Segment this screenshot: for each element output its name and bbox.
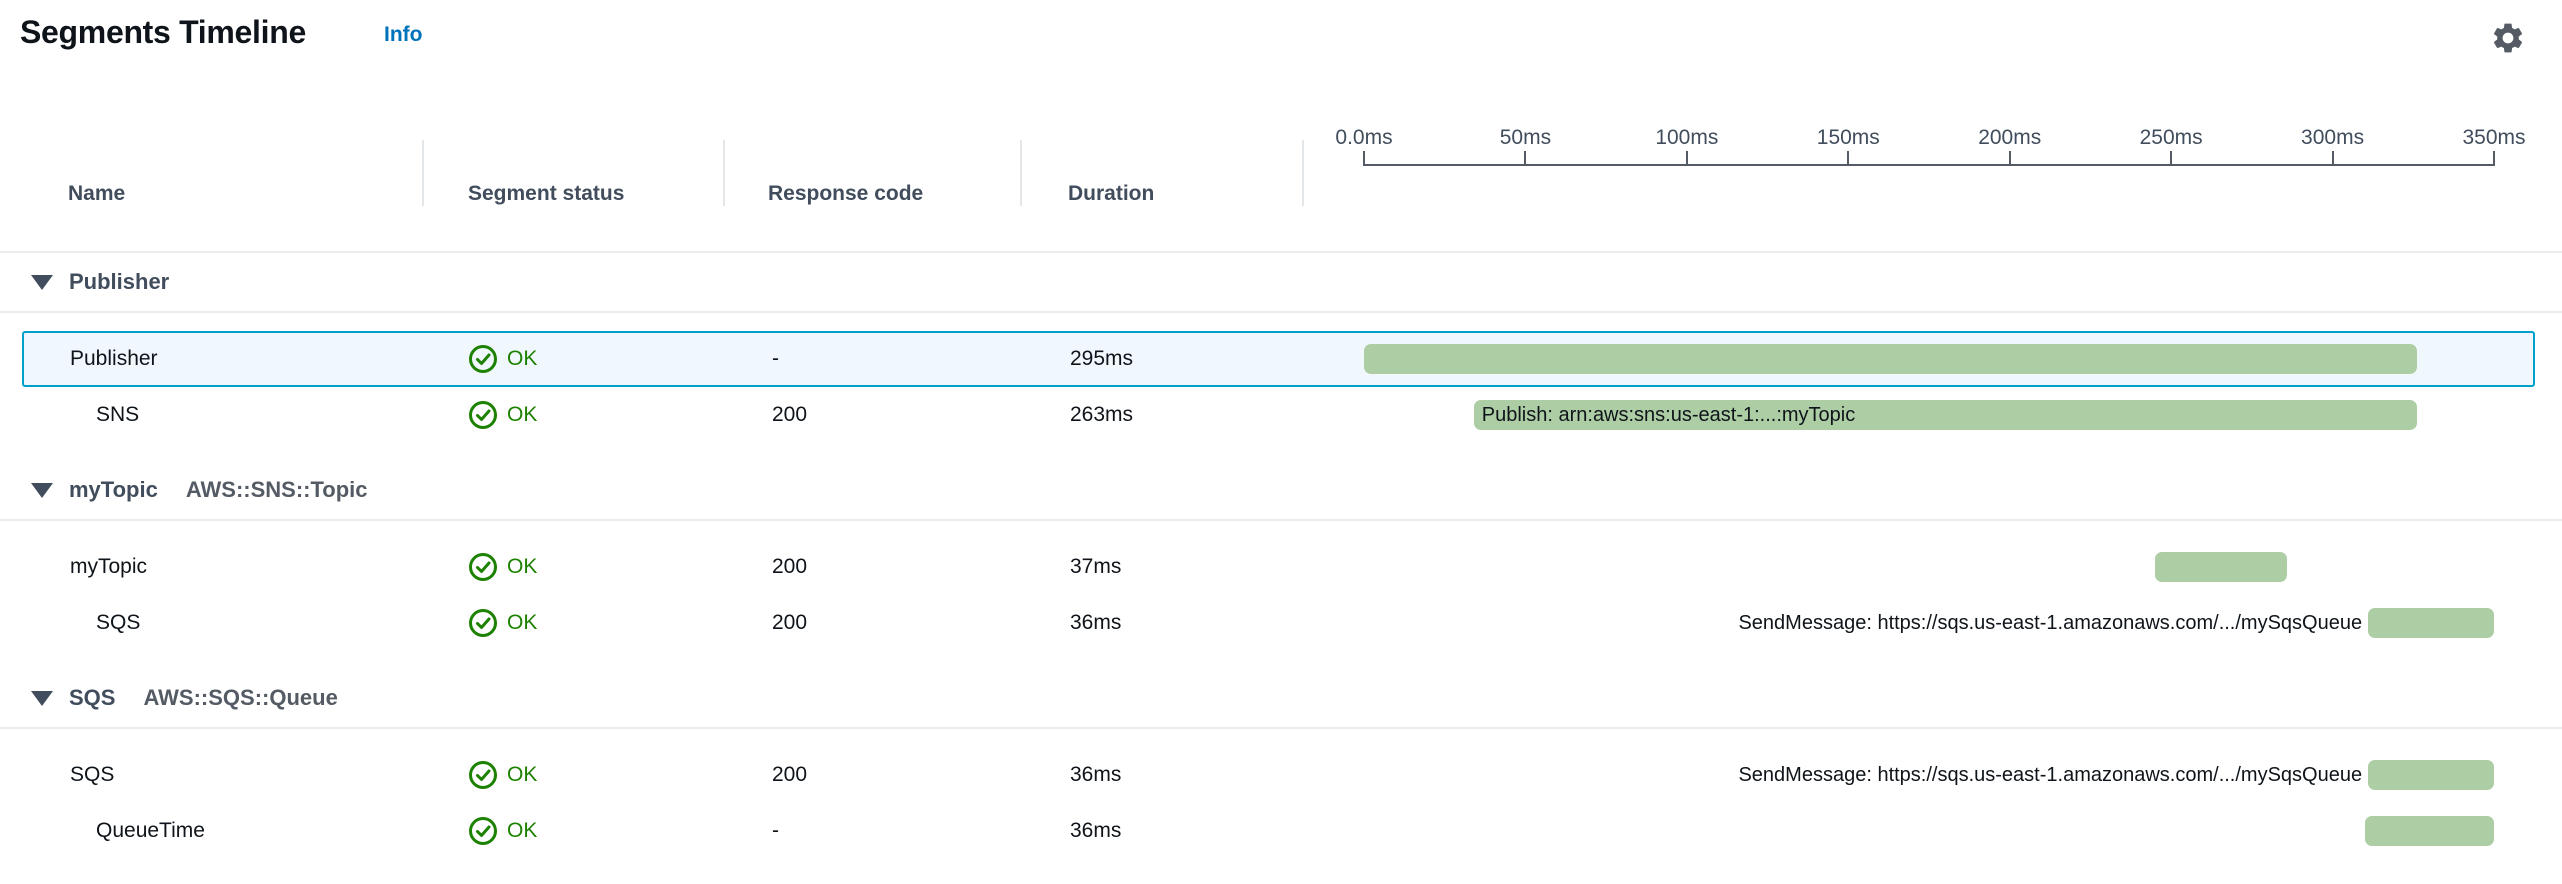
axis-tick-label: 100ms bbox=[1607, 126, 1767, 150]
cell-name: Publisher bbox=[70, 333, 158, 385]
status-ok-icon bbox=[468, 552, 498, 582]
triangle-down-icon bbox=[31, 275, 53, 290]
axis-tick-label: 350ms bbox=[2414, 126, 2562, 150]
column-header-code: Response code bbox=[768, 182, 923, 206]
cell-status: OK bbox=[468, 541, 537, 593]
axis-tick bbox=[2009, 151, 2011, 166]
cell-duration: 36ms bbox=[1070, 597, 1121, 649]
axis-tick-label: 250ms bbox=[2091, 126, 2251, 150]
cell-name: SNS bbox=[96, 389, 139, 441]
column-divider bbox=[422, 140, 424, 206]
column-header-status: Segment status bbox=[468, 182, 624, 206]
triangle-down-icon bbox=[31, 691, 53, 706]
group-type: AWS::SQS::Queue bbox=[143, 685, 337, 711]
axis-tick-label: 0.0ms bbox=[1284, 126, 1444, 150]
table-row-sns[interactable]: SNS OK 200 263ms Publish: arn:aws:sns:us… bbox=[22, 387, 2535, 443]
table-row-queuetime[interactable]: QueueTime OK - 36ms bbox=[22, 803, 2535, 859]
group-header-publisher[interactable]: Publisher bbox=[0, 253, 2562, 313]
axis-tick bbox=[1686, 151, 1688, 166]
cell-timeline bbox=[1306, 805, 2557, 857]
cell-timeline bbox=[1306, 541, 2557, 593]
cell-response-code: - bbox=[772, 805, 779, 857]
status-text: OK bbox=[507, 819, 537, 843]
axis-tick bbox=[2493, 151, 2495, 166]
axis-tick bbox=[2332, 151, 2334, 166]
cell-name: QueueTime bbox=[96, 805, 205, 857]
table-row-sqs[interactable]: SQS OK 200 36ms SendMessage: https://sqs… bbox=[22, 747, 2535, 803]
axis-tick-label: 50ms bbox=[1445, 126, 1605, 150]
cell-duration: 36ms bbox=[1070, 805, 1121, 857]
table-row-mytopic[interactable]: myTopic OK 200 37ms bbox=[22, 539, 2535, 595]
axis-tick bbox=[1363, 151, 1365, 166]
cell-status: OK bbox=[468, 805, 537, 857]
cell-status: OK bbox=[468, 749, 537, 801]
axis-tick-label: 150ms bbox=[1768, 126, 1928, 150]
segment-bar-label: SendMessage: https://sqs.us-east-1.amazo… bbox=[1738, 749, 2362, 801]
group-type: AWS::SNS::Topic bbox=[186, 477, 368, 503]
status-text: OK bbox=[507, 555, 537, 579]
axis-tick bbox=[2170, 151, 2172, 166]
axis-ruler bbox=[1364, 164, 2494, 166]
cell-status: OK bbox=[468, 597, 537, 649]
column-divider bbox=[1020, 140, 1022, 206]
group-header-sqs[interactable]: SQS AWS::SQS::Queue bbox=[0, 669, 2562, 729]
cell-timeline bbox=[1306, 333, 2557, 385]
status-text: OK bbox=[507, 347, 537, 371]
column-divider bbox=[723, 140, 725, 206]
segment-bar[interactable] bbox=[2368, 608, 2494, 638]
status-text: OK bbox=[507, 611, 537, 635]
status-text: OK bbox=[507, 403, 537, 427]
status-text: OK bbox=[507, 763, 537, 787]
axis-tick bbox=[1524, 151, 1526, 166]
segment-bar[interactable] bbox=[2368, 760, 2494, 790]
status-ok-icon bbox=[468, 816, 498, 846]
settings-button[interactable] bbox=[2488, 19, 2528, 59]
cell-timeline: Publish: arn:aws:sns:us-east-1:...:myTop… bbox=[1306, 389, 2557, 441]
table-header: Name Segment status Response code Durati… bbox=[0, 120, 2562, 253]
axis-tick bbox=[1847, 151, 1849, 166]
axis-tick-label: 300ms bbox=[2253, 126, 2413, 150]
cell-timeline: SendMessage: https://sqs.us-east-1.amazo… bbox=[1306, 749, 2557, 801]
segment-bar-label: Publish: arn:aws:sns:us-east-1:...:myTop… bbox=[1482, 389, 1855, 441]
group-name: Publisher bbox=[69, 269, 169, 295]
group-name: myTopic bbox=[69, 477, 158, 503]
info-link[interactable]: Info bbox=[384, 23, 422, 47]
cell-timeline: SendMessage: https://sqs.us-east-1.amazo… bbox=[1306, 597, 2557, 649]
cell-duration: 263ms bbox=[1070, 389, 1133, 441]
cell-response-code: - bbox=[772, 333, 779, 385]
cell-name: myTopic bbox=[70, 541, 147, 593]
timeline-axis: 0.0ms 50ms 100ms 150ms 200ms 250ms 300ms… bbox=[1306, 120, 2557, 253]
group-name: SQS bbox=[69, 685, 115, 711]
axis-tick-label: 200ms bbox=[1930, 126, 2090, 150]
cell-response-code: 200 bbox=[772, 597, 807, 649]
segment-bar-label: SendMessage: https://sqs.us-east-1.amazo… bbox=[1738, 597, 2362, 649]
cell-duration: 36ms bbox=[1070, 749, 1121, 801]
column-header-name: Name bbox=[68, 182, 125, 206]
cell-response-code: 200 bbox=[772, 389, 807, 441]
cell-duration: 37ms bbox=[1070, 541, 1121, 593]
cell-status: OK bbox=[468, 389, 537, 441]
segments-timeline-panel: Segments Timeline Info Name Segment stat… bbox=[0, 0, 2562, 884]
status-ok-icon bbox=[468, 344, 498, 374]
status-ok-icon bbox=[468, 608, 498, 638]
table-row-publisher[interactable]: Publisher OK - 295ms bbox=[22, 331, 2535, 387]
cell-status: OK bbox=[468, 333, 537, 385]
table-row-sqs-call[interactable]: SQS OK 200 36ms SendMessage: https://sqs… bbox=[22, 595, 2535, 651]
page-title: Segments Timeline bbox=[20, 14, 306, 51]
cell-name: SQS bbox=[70, 749, 114, 801]
gear-icon bbox=[2490, 20, 2526, 56]
segment-bar[interactable] bbox=[1364, 344, 2417, 374]
cell-response-code: 200 bbox=[772, 749, 807, 801]
segment-bar[interactable] bbox=[2365, 816, 2494, 846]
cell-response-code: 200 bbox=[772, 541, 807, 593]
group-header-mytopic[interactable]: myTopic AWS::SNS::Topic bbox=[0, 461, 2562, 521]
cell-duration: 295ms bbox=[1070, 333, 1133, 385]
triangle-down-icon bbox=[31, 483, 53, 498]
segment-bar[interactable] bbox=[2155, 552, 2287, 582]
cell-name: SQS bbox=[96, 597, 140, 649]
status-ok-icon bbox=[468, 760, 498, 790]
column-header-duration: Duration bbox=[1068, 182, 1154, 206]
status-ok-icon bbox=[468, 400, 498, 430]
